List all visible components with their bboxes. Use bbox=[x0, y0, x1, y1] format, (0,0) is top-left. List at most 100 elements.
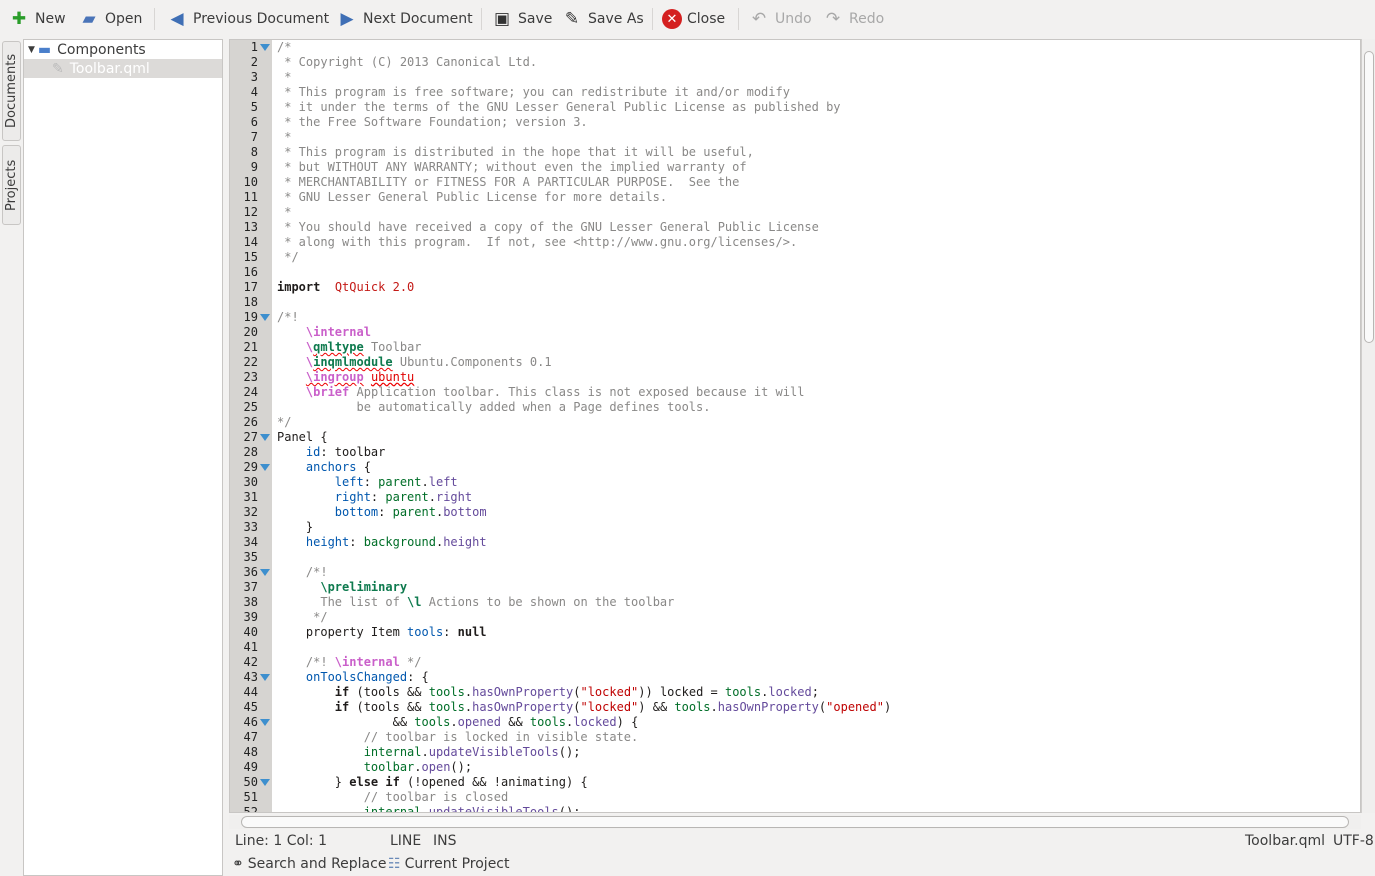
code-token: import bbox=[277, 280, 321, 294]
current-project-tab[interactable]: ☷ Current Project bbox=[388, 854, 510, 874]
code-line: && tools.opened && tools.locked) { bbox=[277, 715, 639, 730]
code-token: (); bbox=[558, 805, 581, 813]
side-tabs: Documents Projects bbox=[0, 39, 23, 876]
tree-folder-components[interactable]: ▼ ▬ Components bbox=[24, 40, 222, 59]
line-number: 49 bbox=[243, 760, 258, 774]
code-token: } bbox=[277, 520, 314, 534]
open-folder-icon: ▰ bbox=[82, 9, 96, 29]
code-line: * bbox=[277, 70, 291, 85]
separator bbox=[154, 8, 155, 30]
horizontal-scrollbar[interactable] bbox=[229, 815, 1361, 829]
fold-arrow-icon[interactable] bbox=[260, 434, 270, 441]
fold-arrow-icon[interactable] bbox=[260, 44, 270, 51]
code-line: left: parent.left bbox=[277, 475, 458, 490]
code-editor[interactable]: 1 2 3 4 5 6 7 8 9 10 11 12 13 14 15 16 17 18 19 20 21 22 23 24 2… bbox=[229, 39, 1361, 813]
line-number: 46 bbox=[243, 715, 258, 729]
code-token: \internal bbox=[334, 655, 400, 669]
line-number: 38 bbox=[243, 595, 258, 609]
close-button[interactable]: ✕ Close bbox=[662, 6, 725, 32]
line-number: 43 bbox=[243, 670, 258, 684]
code-line: The list of \l Actions to be shown on th… bbox=[277, 595, 674, 610]
line-number: 11 bbox=[243, 190, 258, 204]
fold-arrow-icon[interactable] bbox=[260, 674, 270, 681]
code-line: internal.updateVisibleTools(); bbox=[277, 745, 581, 760]
line-number: 30 bbox=[243, 475, 258, 489]
fold-arrow-icon[interactable] bbox=[260, 719, 270, 726]
search-replace-tab[interactable]: ⚭ Search and Replace bbox=[232, 854, 386, 874]
code-token: && bbox=[277, 715, 415, 729]
undo-button[interactable]: ↶ Undo bbox=[748, 6, 812, 32]
code-line: * GNU Lesser General Public License for … bbox=[277, 190, 667, 205]
code-token: QtQuick 2.0 bbox=[334, 280, 415, 294]
code-token: updateVisibleTools bbox=[428, 745, 559, 759]
code-token: * This program is free software; you can… bbox=[277, 85, 790, 99]
code-token: : toolbar bbox=[320, 445, 386, 459]
tab-projects[interactable]: Projects bbox=[2, 145, 21, 225]
line-number: 10 bbox=[243, 175, 258, 189]
code-line: \ingroup ubuntu bbox=[277, 370, 414, 385]
code-token: be automatically added when a Page defin… bbox=[277, 400, 711, 414]
code-token: Panel { bbox=[277, 430, 328, 444]
fold-arrow-icon[interactable] bbox=[260, 569, 270, 576]
line-number: 29 bbox=[243, 460, 258, 474]
code-line: id: toolbar bbox=[277, 445, 385, 460]
code-token: /*! bbox=[277, 655, 335, 669]
previous-document-button[interactable]: ◀ Previous Document bbox=[166, 6, 329, 32]
code-token: Actions to be shown on the toolbar bbox=[421, 595, 675, 609]
line-number: 42 bbox=[243, 655, 258, 669]
fold-arrow-icon[interactable] bbox=[260, 779, 270, 786]
encoding[interactable]: UTF-8 bbox=[1333, 831, 1374, 851]
code-line: * bbox=[277, 205, 291, 220]
code-token: The list of bbox=[277, 595, 408, 609]
code-token: (!opened && !animating) { bbox=[399, 775, 588, 789]
fold-arrow-icon[interactable] bbox=[260, 314, 270, 321]
code-token: inqmlmodule bbox=[313, 355, 393, 369]
code-token: tools bbox=[414, 715, 451, 729]
line-number-gutter: 1 2 3 4 5 6 7 8 9 10 11 12 13 14 15 16 17 18 19 20 21 22 23 24 2… bbox=[230, 40, 272, 812]
code-token: ) bbox=[883, 700, 892, 714]
code-line: internal.updateVisibleTools(); bbox=[277, 805, 581, 813]
code-token: (); bbox=[558, 745, 581, 759]
code-token: * bbox=[277, 205, 292, 219]
new-button[interactable]: ✚ New bbox=[8, 6, 66, 32]
tree-file-toolbar-qml[interactable]: ✎ Toolbar.qml bbox=[24, 59, 222, 78]
save-button[interactable]: ▣ Save bbox=[491, 6, 552, 32]
insert-mode[interactable]: INS bbox=[433, 831, 457, 851]
code-token: * bbox=[277, 70, 292, 84]
line-number: 21 bbox=[243, 340, 258, 354]
line-number: 6 bbox=[250, 115, 258, 129]
code-token: (); bbox=[450, 760, 473, 774]
line-number: 3 bbox=[250, 70, 258, 84]
code-token: : { bbox=[407, 670, 429, 684]
line-number: 32 bbox=[243, 505, 258, 519]
line-number: 19 bbox=[243, 310, 258, 324]
code-token: /* bbox=[277, 40, 292, 54]
horizontal-scroll-thumb[interactable] bbox=[241, 816, 1349, 828]
line-number: 34 bbox=[243, 535, 258, 549]
vertical-scroll-thumb[interactable] bbox=[1364, 51, 1374, 343]
fold-arrow-icon[interactable] bbox=[260, 464, 270, 471]
code-line: * This program is free software; you can… bbox=[277, 85, 790, 100]
line-number: 44 bbox=[243, 685, 258, 699]
code-token: "locked" bbox=[580, 685, 639, 699]
code-token: parent bbox=[392, 505, 436, 519]
expand-arrow-icon[interactable]: ▼ bbox=[28, 45, 35, 55]
save-as-button[interactable]: ✎ Save As bbox=[561, 6, 644, 32]
code-token: \preliminary bbox=[320, 580, 408, 594]
code-token: * bbox=[277, 130, 292, 144]
open-button[interactable]: ▰ Open bbox=[78, 6, 142, 32]
vertical-scrollbar[interactable] bbox=[1361, 39, 1375, 813]
selection-mode[interactable]: LINE bbox=[390, 831, 421, 851]
tab-documents[interactable]: Documents bbox=[2, 41, 21, 141]
code-token: Toolbar bbox=[363, 340, 422, 354]
code-token: height bbox=[305, 535, 350, 549]
redo-button[interactable]: ↷ Redo bbox=[822, 6, 884, 32]
next-document-button[interactable]: ▶ Next Document bbox=[336, 6, 472, 32]
